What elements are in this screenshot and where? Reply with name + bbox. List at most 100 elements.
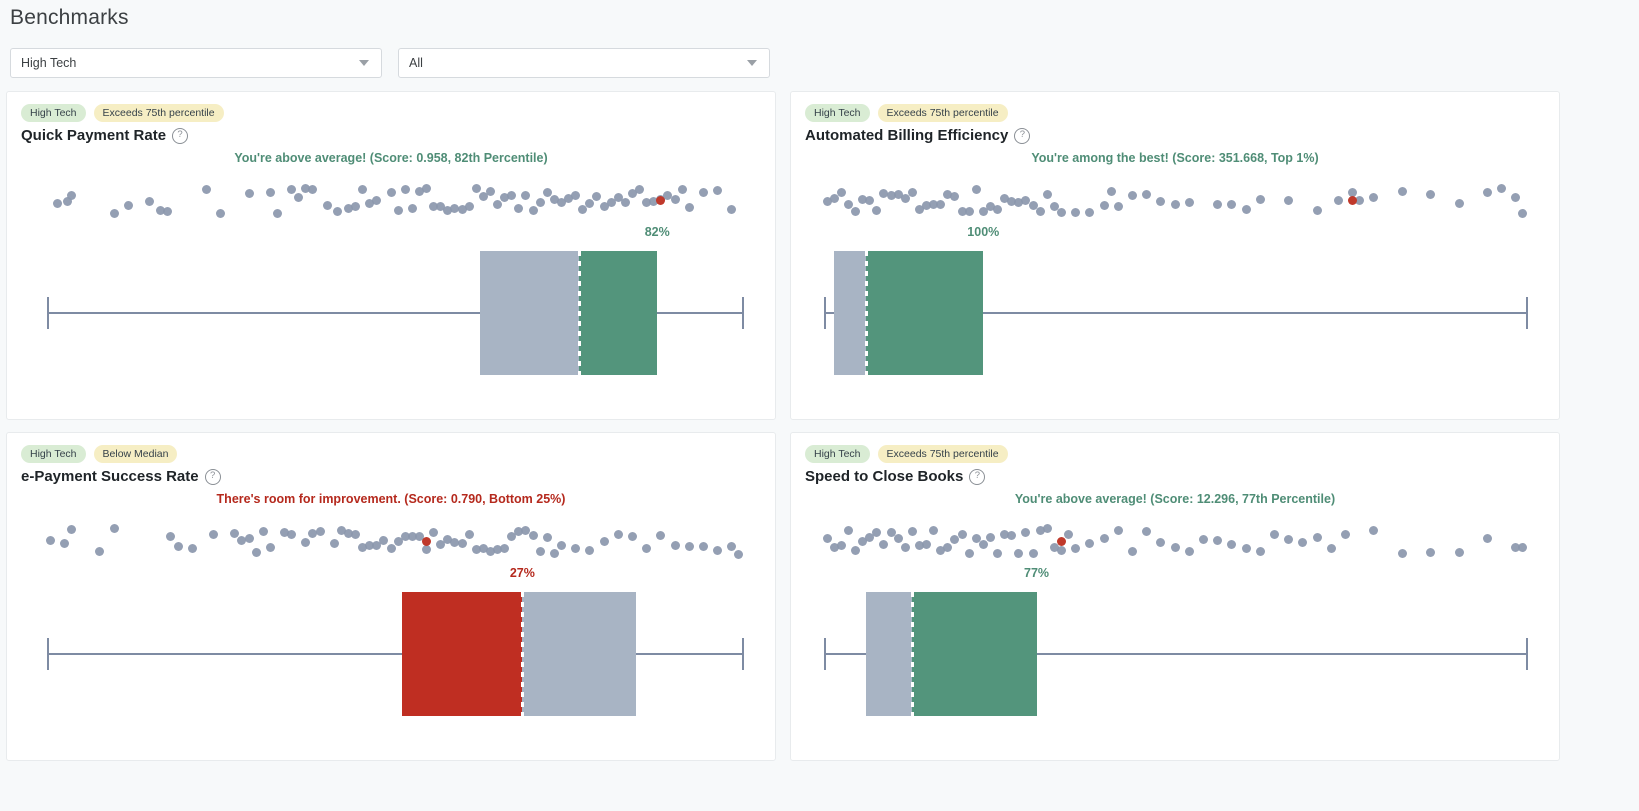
peer-dot: [110, 209, 119, 218]
peer-dot: [671, 195, 680, 204]
peer-dot: [1334, 196, 1343, 205]
peer-dot: [1021, 528, 1030, 537]
benchmarks-page: Benchmarks High Tech All High TechExceed…: [0, 0, 1639, 811]
peer-dot: [872, 206, 881, 215]
peer-dot: [1142, 527, 1151, 536]
peer-dot: [287, 185, 296, 194]
median-line: [865, 251, 868, 375]
card-title: Speed to Close Books?: [791, 463, 1559, 485]
percentile-label: 82%: [645, 225, 670, 239]
peer-dot: [894, 534, 903, 543]
peer-dot: [865, 196, 874, 205]
help-circle-icon[interactable]: ?: [172, 128, 188, 144]
filter-bar: High Tech All: [0, 30, 1639, 78]
peer-dot: [678, 185, 687, 194]
peer-dot: [202, 185, 211, 194]
chevron-down-icon: [747, 60, 757, 66]
peer-dot: [259, 527, 268, 536]
whisker-cap-min: [824, 638, 826, 670]
peer-dot: [830, 194, 839, 203]
peer-dot: [1156, 538, 1165, 547]
box-upper-quartile: [579, 251, 657, 375]
benchmark-chart: 100%: [820, 165, 1530, 390]
peer-dot: [642, 544, 651, 553]
peer-dot: [901, 543, 910, 552]
peer-dot: [95, 547, 104, 556]
badge-group: High TechBelow Median: [7, 433, 775, 463]
peer-dot: [500, 544, 509, 553]
peer-dot: [1128, 547, 1137, 556]
peer-dot: [1426, 548, 1435, 557]
peer-dot: [1483, 188, 1492, 197]
help-circle-icon[interactable]: ?: [205, 469, 221, 485]
peer-dot: [266, 543, 275, 552]
peer-dot: [671, 541, 680, 550]
benchmark-cards-grid: High TechExceeds 75th percentileQuick Pa…: [0, 78, 1639, 761]
peer-dot: [879, 540, 888, 549]
peer-dot: [166, 532, 175, 541]
status-message: There's room for improvement. (Score: 0.…: [7, 492, 775, 506]
peer-dot: [979, 540, 988, 549]
peer-dot: [585, 546, 594, 555]
category-badge: High Tech: [21, 445, 86, 463]
peer-dot: [734, 550, 743, 559]
peer-dot: [1227, 540, 1236, 549]
peer-dot: [1284, 535, 1293, 544]
whisker-left: [824, 653, 867, 655]
peer-dot: [536, 198, 545, 207]
help-circle-icon[interactable]: ?: [969, 469, 985, 485]
peer-dot: [922, 540, 931, 549]
peer-dot: [521, 191, 530, 200]
peer-dot: [465, 202, 474, 211]
peer-dot: [837, 541, 846, 550]
peer-dot: [351, 202, 360, 211]
peer-dot: [965, 549, 974, 558]
peer-dot: [685, 203, 694, 212]
scope-filter-select[interactable]: All: [398, 48, 770, 78]
peer-dot: [401, 185, 410, 194]
whisker-cap-max: [1526, 638, 1528, 670]
whisker-cap-max: [742, 297, 744, 329]
card-title-text: e-Payment Success Rate: [21, 468, 199, 485]
peer-dot: [1100, 201, 1109, 210]
median-line: [521, 592, 524, 716]
box-plot: [820, 243, 1530, 383]
peer-dot: [394, 206, 403, 215]
badge-group: High TechExceeds 75th percentile: [7, 92, 775, 122]
peer-dot: [958, 530, 967, 539]
peer-dot: [1455, 199, 1464, 208]
peer-dot: [1114, 202, 1123, 211]
peer-dot: [245, 189, 254, 198]
peer-dot: [188, 544, 197, 553]
benchmark-chart: 82%: [36, 165, 746, 390]
card-title-text: Automated Billing Efficiency: [805, 127, 1008, 144]
industry-filter-select[interactable]: High Tech: [10, 48, 382, 78]
peer-dot: [351, 530, 360, 539]
peer-dot: [1227, 200, 1236, 209]
help-circle-icon[interactable]: ?: [1014, 128, 1030, 144]
peer-dot: [163, 207, 172, 216]
peer-dot: [1014, 549, 1023, 558]
peer-dot: [1029, 549, 1038, 558]
whisker-cap-min: [47, 638, 49, 670]
peer-dot: [699, 188, 708, 197]
peer-dot: [1114, 526, 1123, 535]
peer-dot: [1426, 190, 1435, 199]
peer-dot: [216, 209, 225, 218]
peer-dot: [46, 536, 55, 545]
peer-dot: [1313, 206, 1322, 215]
performance-badge: Exceeds 75th percentile: [94, 104, 224, 122]
peer-dot: [252, 548, 261, 557]
peer-distribution-strip: [36, 518, 746, 564]
peer-dot: [557, 541, 566, 550]
peer-dot: [53, 199, 62, 208]
whisker-right: [1037, 653, 1527, 655]
whisker-right: [636, 653, 743, 655]
whisker-cap-max: [742, 638, 744, 670]
peer-dot: [1064, 530, 1073, 539]
peer-dot: [387, 544, 396, 553]
peer-dot: [1199, 535, 1208, 544]
peer-dot: [536, 547, 545, 556]
peer-dot: [1298, 538, 1307, 547]
peer-dot: [422, 184, 431, 193]
